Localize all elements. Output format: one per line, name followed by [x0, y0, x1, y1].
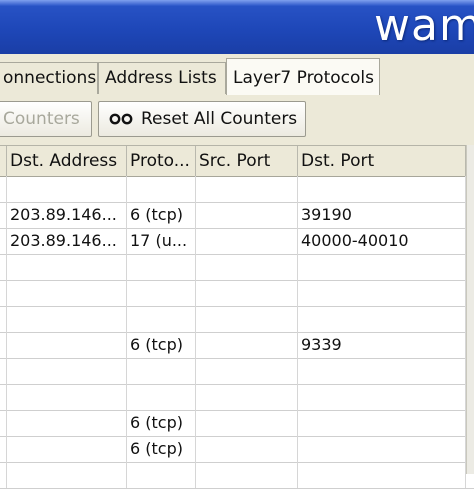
- table-row[interactable]: 203.89.146... 6 (tcp) 39190: [0, 202, 474, 229]
- cell-protocol: [127, 384, 196, 410]
- cell-src-port: [196, 410, 298, 436]
- toolbar: Counters Reset All Counters: [0, 95, 474, 145]
- cell-src-port: [196, 358, 298, 384]
- table-row[interactable]: [0, 358, 474, 385]
- table-row[interactable]: 203.89.146... 17 (u... 40000-40010: [0, 228, 474, 255]
- cell-src-port: [196, 384, 298, 410]
- cell-dst-address: [7, 410, 127, 436]
- cell-protocol: 6 (tcp): [127, 202, 196, 228]
- cell-src-port: [196, 228, 298, 254]
- cell-protocol: [127, 358, 196, 384]
- cell-protocol: [127, 176, 196, 202]
- cell-dst-address: [7, 462, 127, 488]
- row-lead-cell: [0, 436, 7, 462]
- window-title: wam: [374, 0, 474, 51]
- cell-dst-address: [7, 332, 127, 358]
- cell-src-port: [196, 176, 298, 202]
- cell-src-port: [196, 306, 298, 332]
- table-row[interactable]: [0, 176, 474, 203]
- reset-all-counters-label: Reset All Counters: [141, 109, 298, 129]
- table-row[interactable]: [0, 462, 474, 489]
- cell-dst-port: 39190: [298, 202, 466, 228]
- header-cell-previous[interactable]: [0, 146, 7, 176]
- cell-dst-port: [298, 280, 466, 306]
- cell-dst-port: [298, 410, 466, 436]
- row-lead-cell: [0, 176, 7, 202]
- row-lead-cell: [0, 228, 7, 254]
- cell-src-port: [196, 332, 298, 358]
- tab-connections[interactable]: onnections: [0, 62, 98, 94]
- header-src-port[interactable]: Src. Port: [196, 146, 298, 176]
- tab-strip: onnections Address Lists Layer7 Protocol…: [0, 54, 474, 96]
- table-row[interactable]: 6 (tcp): [0, 436, 474, 463]
- header-protocol[interactable]: Proto...: [127, 146, 196, 176]
- header-dst-port[interactable]: Dst. Port: [298, 146, 466, 176]
- cell-dst-address: [7, 384, 127, 410]
- cell-dst-address: [7, 306, 127, 332]
- table-row[interactable]: [0, 306, 474, 333]
- cell-dst-port: [298, 358, 466, 384]
- cell-dst-address: [7, 280, 127, 306]
- reset-all-counters-button[interactable]: Reset All Counters: [98, 101, 306, 137]
- reset-counters-button[interactable]: Counters: [0, 101, 92, 137]
- rules-table: Dst. Address Proto... Src. Port Dst. Por…: [0, 145, 474, 489]
- row-lead-cell: [0, 462, 7, 488]
- cell-protocol: 6 (tcp): [127, 436, 196, 462]
- cell-protocol: [127, 280, 196, 306]
- cell-protocol: [127, 254, 196, 280]
- cell-dst-address: [7, 176, 127, 202]
- cell-dst-address: 203.89.146...: [7, 202, 127, 228]
- cell-src-port: [196, 462, 298, 488]
- cell-dst-port: [298, 384, 466, 410]
- cell-protocol: 6 (tcp): [127, 332, 196, 358]
- tab-address-lists[interactable]: Address Lists: [98, 62, 226, 94]
- tab-layer7-protocols[interactable]: Layer7 Protocols: [226, 58, 380, 95]
- window-titlebar[interactable]: wam: [0, 0, 474, 54]
- cell-src-port: [196, 436, 298, 462]
- cell-dst-port: [298, 436, 466, 462]
- cell-dst-port: [298, 462, 466, 488]
- row-lead-cell: [0, 280, 7, 306]
- cell-src-port: [196, 254, 298, 280]
- cell-dst-address: [7, 254, 127, 280]
- cell-protocol: [127, 306, 196, 332]
- cell-dst-port: [298, 176, 466, 202]
- cell-protocol: 6 (tcp): [127, 410, 196, 436]
- reset-counters-icon: [109, 113, 133, 125]
- row-lead-cell: [0, 202, 7, 228]
- row-lead-cell: [0, 254, 7, 280]
- table-row[interactable]: 6 (tcp) 9339: [0, 332, 474, 359]
- table-header: Dst. Address Proto... Src. Port Dst. Por…: [0, 145, 474, 177]
- cell-dst-port: 9339: [298, 332, 466, 358]
- table-row[interactable]: [0, 280, 474, 307]
- table-row[interactable]: [0, 254, 474, 281]
- table-row[interactable]: [0, 384, 474, 411]
- vertical-scrollbar[interactable]: [466, 145, 474, 474]
- header-dst-address[interactable]: Dst. Address: [7, 146, 127, 176]
- reset-counters-label: Counters: [3, 109, 80, 129]
- cell-dst-port: [298, 254, 466, 280]
- row-lead-cell: [0, 358, 7, 384]
- row-lead-cell: [0, 332, 7, 358]
- cell-src-port: [196, 202, 298, 228]
- cell-dst-port: [298, 306, 466, 332]
- table-row[interactable]: 6 (tcp): [0, 410, 474, 437]
- cell-protocol: 17 (u...: [127, 228, 196, 254]
- cell-dst-address: [7, 436, 127, 462]
- cell-src-port: [196, 280, 298, 306]
- cell-dst-address: [7, 358, 127, 384]
- row-lead-cell: [0, 384, 7, 410]
- cell-dst-port: 40000-40010: [298, 228, 466, 254]
- cell-protocol: [127, 462, 196, 488]
- row-lead-cell: [0, 410, 7, 436]
- cell-dst-address: 203.89.146...: [7, 228, 127, 254]
- row-lead-cell: [0, 306, 7, 332]
